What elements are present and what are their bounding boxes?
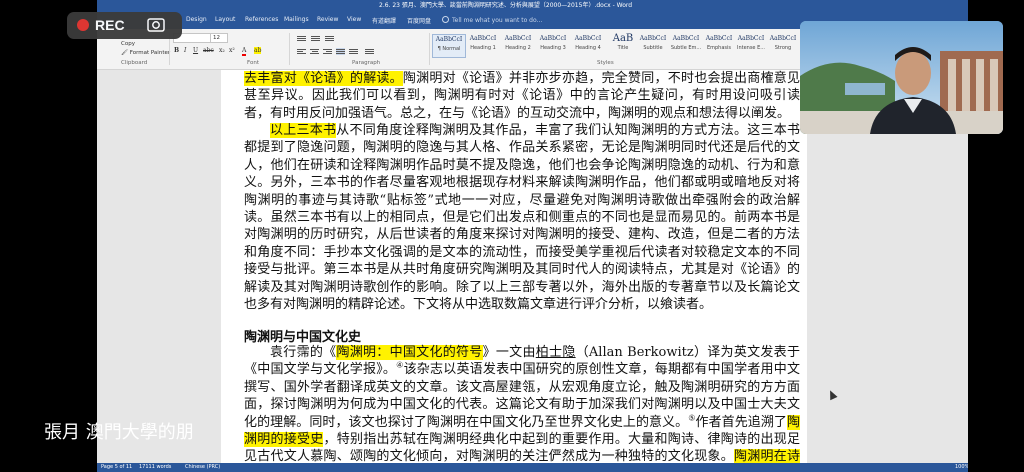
- style-sample: AaBbCcI: [539, 35, 567, 42]
- style-tile[interactable]: AaBbCcI Subtle Em...: [670, 34, 702, 56]
- divider: [289, 33, 290, 65]
- distributed-icon[interactable]: [349, 48, 358, 55]
- paragraph-2[interactable]: 以上三本书从不同角度诠释陶渊明及其作品，丰富了我们认知陶渊明的方式方法。这三本书…: [244, 122, 800, 313]
- footnote-ref[interactable]: ⑤: [688, 413, 695, 422]
- webcam-feed: [800, 21, 1003, 134]
- style-tile[interactable]: AaBbCcI Heading 1: [467, 34, 499, 56]
- styles-group-label: Styles: [597, 60, 614, 66]
- status-bar: Page 5 of 11 17111 words Chinese (PRC) 1…: [97, 463, 968, 472]
- style-tile[interactable]: AaBbCcI Heading 3: [537, 34, 569, 56]
- word-count[interactable]: 17111 words: [139, 463, 171, 472]
- style-name: ¶ Normal: [437, 46, 461, 52]
- mouse-cursor-icon: [826, 388, 838, 401]
- style-name: Subtle Em...: [670, 45, 702, 51]
- style-name: Subtitle: [643, 45, 663, 51]
- line-spacing-icon[interactable]: [365, 48, 374, 55]
- bold-button[interactable]: B: [174, 47, 179, 54]
- style-sample: AaB: [612, 33, 634, 44]
- bullets-icon[interactable]: [297, 35, 306, 42]
- align-center-icon[interactable]: [310, 48, 319, 55]
- record-dot-icon: [77, 19, 89, 31]
- subscript-button[interactable]: x₂: [219, 47, 225, 54]
- align-right-icon[interactable]: [323, 48, 332, 55]
- underline-button[interactable]: U: [193, 47, 198, 54]
- language-indicator[interactable]: Chinese (PRC): [185, 463, 220, 472]
- document-page[interactable]: 去丰富对《论语》的解读。陶渊明对《论语》并非亦步亦趋，完全赞同，不时也会提出商榷…: [221, 70, 807, 472]
- style-tile[interactable]: AaB Title: [607, 34, 639, 56]
- style-tile[interactable]: AaBbCcI Heading 4: [572, 34, 604, 56]
- style-sample: AaBbCcI: [769, 35, 797, 42]
- recording-indicator[interactable]: REC: [67, 12, 182, 39]
- style-name: Heading 3: [540, 45, 566, 51]
- webcam-video-image: [800, 21, 1003, 134]
- highlight-button[interactable]: ab: [254, 47, 262, 54]
- style-name: Title: [617, 45, 629, 51]
- page-count[interactable]: Page 5 of 11: [101, 463, 132, 472]
- tab-design[interactable]: Design: [186, 16, 207, 23]
- style-tile[interactable]: AaBbCcI Emphasis: [703, 34, 735, 56]
- style-sample: AaBbCcI: [469, 35, 497, 42]
- rec-label: REC: [95, 17, 125, 33]
- title-bar: 2.6. 23 張月、澳門大學、談當前陶淵明研究述、分析與展望（2000—201…: [97, 0, 968, 12]
- style-sample: AaBbCcI: [435, 36, 463, 43]
- strikethrough-button[interactable]: abc: [203, 47, 214, 54]
- font-size-box[interactable]: 12: [210, 33, 228, 43]
- tab-layout[interactable]: Layout: [215, 16, 235, 23]
- speaker-name-caption: 張月 澳門大學的朋: [44, 422, 194, 443]
- style-sample: AaBbCcI: [672, 35, 700, 42]
- style-tile[interactable]: AaBbCcI Strong: [767, 34, 799, 56]
- clipboard-group-label: Clipboard: [121, 60, 148, 66]
- style-name: Strong: [774, 45, 792, 51]
- document-title: 2.6. 23 張月、澳門大學、談當前陶淵明研究述、分析與展望（2000—201…: [379, 2, 633, 9]
- style-tile[interactable]: AaBbCcI Heading 2: [502, 34, 534, 56]
- style-tile[interactable]: AaBbCcI ¶ Normal: [432, 34, 466, 58]
- font-color-button[interactable]: A: [242, 47, 247, 56]
- font-group-label: Font: [247, 60, 259, 66]
- style-name: Heading 2: [505, 45, 531, 51]
- paragraph-1[interactable]: 去丰富对《论语》的解读。陶渊明对《论语》并非亦步亦趋，完全赞同，不时也会提出商榷…: [244, 70, 800, 122]
- footnote-ref[interactable]: ④: [396, 361, 403, 370]
- italic-button[interactable]: I: [184, 47, 186, 54]
- section-heading[interactable]: 陶渊明与中国文化史: [244, 326, 361, 345]
- align-left-icon[interactable]: [297, 48, 306, 55]
- tab-review[interactable]: Review: [317, 16, 338, 23]
- tab-view[interactable]: View: [347, 16, 361, 23]
- highlighted-text: 去丰富对《论语》的解读。: [244, 71, 403, 86]
- style-name: Heading 1: [470, 45, 496, 51]
- lightbulb-icon: [442, 16, 449, 23]
- translator-name: 柏士隐: [535, 345, 576, 360]
- tab-baidu-netdisk[interactable]: 百度网盘: [407, 16, 431, 25]
- numbering-icon[interactable]: [311, 35, 320, 42]
- paragraph-3[interactable]: 袁行霈的《陶渊明：中国文化的符号》一文由柏士隐（Allan Berkowitz）…: [244, 344, 800, 472]
- superscript-button[interactable]: x²: [229, 47, 235, 54]
- format-painter-button[interactable]: 🖌︎ Format Painter: [121, 50, 170, 56]
- justify-icon[interactable]: [336, 48, 345, 55]
- highlighted-text: 以上三本书: [270, 123, 337, 138]
- tab-youdao-translate[interactable]: 有道翻譯: [372, 16, 396, 25]
- highlighted-text: 陶渊明：中国文化的符号: [336, 345, 483, 360]
- style-name: Intense E...: [736, 45, 766, 51]
- style-sample: AaBbCcI: [737, 35, 765, 42]
- camera-icon[interactable]: [147, 17, 165, 32]
- style-tile[interactable]: AaBbCcI Subtitle: [637, 34, 669, 56]
- style-sample: AaBbCcI: [705, 35, 733, 42]
- tab-references[interactable]: References: [245, 16, 278, 23]
- paragraph-group-label: Paragraph: [352, 60, 381, 66]
- style-sample: AaBbCcI: [574, 35, 602, 42]
- style-sample: AaBbCcI: [639, 35, 667, 42]
- style-name: Emphasis: [706, 45, 732, 51]
- zoom-level[interactable]: 100%: [955, 463, 968, 472]
- tab-mailings[interactable]: Mailings: [284, 16, 309, 23]
- tell-me-search[interactable]: Tell me what you want to do...: [442, 16, 542, 24]
- multilevel-list-icon[interactable]: [325, 35, 334, 42]
- copy-button[interactable]: Copy: [121, 41, 135, 47]
- divider: [429, 33, 430, 65]
- style-name: Heading 4: [575, 45, 601, 51]
- style-tile[interactable]: AaBbCcI Intense E...: [735, 34, 767, 56]
- style-sample: AaBbCcI: [504, 35, 532, 42]
